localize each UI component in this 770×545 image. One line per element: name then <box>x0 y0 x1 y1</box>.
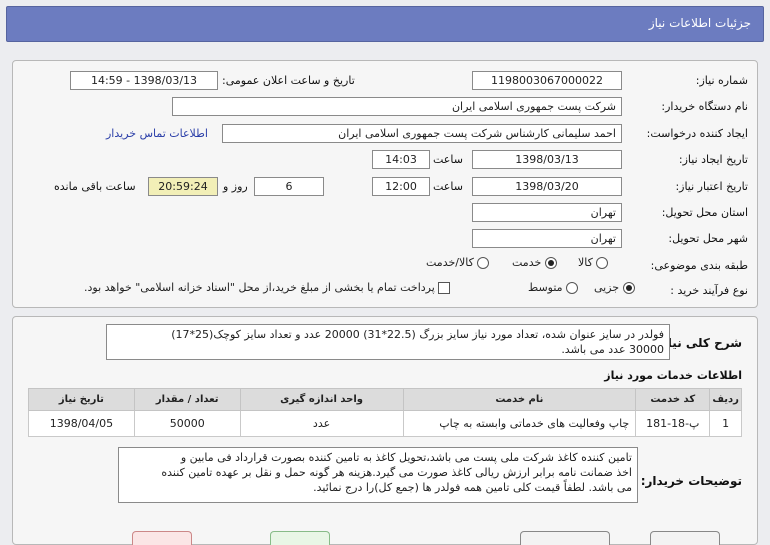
city-field: تهران <box>472 229 622 248</box>
requester-label: ایجاد کننده درخواست: <box>646 127 748 140</box>
treasury-payment-checkbox[interactable] <box>438 282 451 294</box>
need-number-field: 1198003067000022 <box>472 71 622 90</box>
bottom-button-4[interactable] <box>650 531 720 545</box>
header-bar: جزئیات اطلاعات نیاز <box>6 6 764 42</box>
cell-qty: 50000 <box>133 410 241 437</box>
category-goods-service-radio[interactable] <box>477 257 490 269</box>
city-label: شهر محل تحویل: <box>668 232 748 245</box>
province-field: تهران <box>472 203 622 222</box>
remaining-label: ساعت باقی مانده <box>54 180 136 193</box>
category-option-goods-service[interactable]: کالا/خدمت <box>426 256 490 269</box>
services-title: اطلاعات خدمات مورد نیاز <box>604 369 742 382</box>
created-time-field: 14:03 <box>372 150 430 169</box>
announce-field: 1398/03/13 - 14:59 <box>70 71 218 90</box>
page-header: جزئیات اطلاعات نیاز <box>0 0 770 46</box>
created-date-field: 1398/03/13 <box>472 150 622 169</box>
validity-time-label: ساعت <box>433 180 463 193</box>
col-header-name: نام خدمت <box>402 388 637 411</box>
requester-field: احمد سلیمانی کارشناس شرکت پست جمهوری اسل… <box>222 124 622 143</box>
validity-date-field: 1398/03/20 <box>472 177 622 196</box>
page-title: جزئیات اطلاعات نیاز <box>648 16 751 30</box>
created-date-label: تاریخ ایجاد نیاز: <box>678 153 748 166</box>
buyer-notes-label: توضیحات خریدار: <box>640 474 742 488</box>
buyer-notes-field: تامین کننده کاغذ شرکت ملی پست می باشد،تح… <box>118 447 638 503</box>
remaining-time-field: 20:59:24 <box>148 177 218 196</box>
col-header-date: تاریخ نیاز <box>28 388 135 411</box>
category-goods-radio[interactable] <box>596 257 609 269</box>
contact-info-link[interactable]: اطلاعات تماس خریدار <box>106 127 208 140</box>
announce-label: تاریخ و ساعت اعلان عمومی: <box>222 74 355 87</box>
description-field: فولدر در سایز عنوان شده، تعداد مورد نیاز… <box>106 324 670 360</box>
province-label: استان محل تحویل: <box>661 206 748 219</box>
remaining-days-field: 6 <box>254 177 324 196</box>
process-medium-radio[interactable] <box>566 282 579 294</box>
col-header-qty: تعداد / مقدار <box>133 388 241 411</box>
process-label: نوع فرآیند خرید : <box>670 284 748 297</box>
description-line: فولدر در سایز عنوان شده، تعداد مورد نیاز… <box>171 328 664 341</box>
category-option-service[interactable]: خدمت <box>512 256 557 269</box>
buyer-org-label: نام دستگاه خریدار: <box>661 100 748 113</box>
buyer-notes-line: می باشد. لطفاً قیمت کلی تامین همه فولدر … <box>313 481 632 494</box>
col-header-unit: واحد اندازه گیری <box>239 388 404 411</box>
bottom-button-1[interactable] <box>132 531 192 545</box>
category-service-radio[interactable] <box>544 257 557 269</box>
process-option-minor[interactable]: جزیی <box>594 281 635 294</box>
treasury-payment-option[interactable]: پرداخت تمام یا بخشی از مبلغ خرید،از محل … <box>84 281 451 294</box>
bottom-button-2[interactable] <box>270 531 330 545</box>
services-table: ردیف کد خدمت نام خدمت واحد اندازه گیری ت… <box>28 388 742 437</box>
col-header-code: کد خدمت <box>635 388 711 411</box>
buyer-notes-line: تامین کننده کاغذ شرکت ملی پست می باشد،تح… <box>180 451 632 464</box>
category-option-goods[interactable]: کالا <box>578 256 609 269</box>
cell-name: چاپ وفعالیت های خدماتی وابسته به چاپ <box>402 410 637 437</box>
process-minor-radio[interactable] <box>622 282 635 294</box>
created-time-label: ساعت <box>433 153 463 166</box>
buyer-notes-line: اخذ ضمانت نامه برابر ارزش ریالی کاغذ صور… <box>161 466 632 479</box>
cell-index: 1 <box>709 410 742 437</box>
category-label: طبقه بندی موضوعی: <box>650 259 748 272</box>
col-header-index: ردیف <box>709 388 742 411</box>
cell-code: پ-18-181 <box>635 410 711 437</box>
services-table-wrap: ردیف کد خدمت نام خدمت واحد اندازه گیری ت… <box>28 388 742 437</box>
validity-time-field: 12:00 <box>372 177 430 196</box>
table-header-row: ردیف کد خدمت نام خدمت واحد اندازه گیری ت… <box>28 388 742 411</box>
buyer-org-field: شرکت پست جمهوری اسلامی ایران <box>172 97 622 116</box>
table-row[interactable]: 1 پ-18-181 چاپ وفعالیت های خدماتی وابسته… <box>28 410 742 437</box>
description-line: 30000 عدد می باشد. <box>561 343 664 356</box>
cell-unit: عدد <box>239 410 404 437</box>
days-label: روز و <box>223 180 248 193</box>
cell-date: 1398/04/05 <box>28 410 135 437</box>
process-option-medium[interactable]: متوسط <box>528 281 579 294</box>
validity-date-label: تاریخ اعتبار نیاز: <box>675 180 748 193</box>
bottom-button-3[interactable] <box>520 531 610 545</box>
need-number-label: شماره نیاز: <box>695 74 748 87</box>
